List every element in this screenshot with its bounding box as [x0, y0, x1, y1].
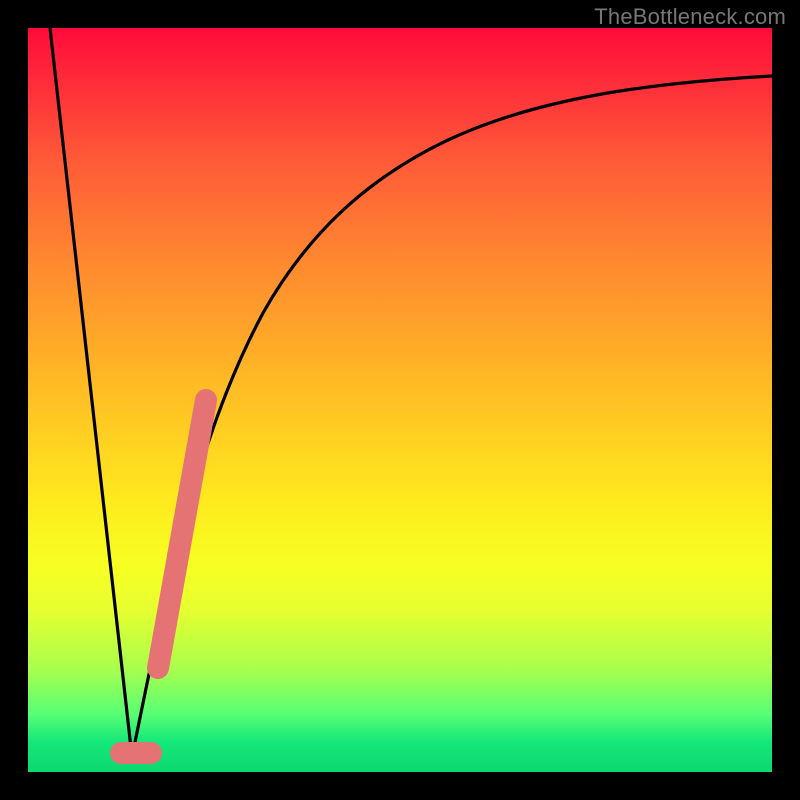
saturating-curve — [132, 76, 772, 757]
chart-overlay — [28, 28, 772, 772]
diagonal-pink-segment — [158, 400, 206, 668]
chart-frame: TheBottleneck.com — [0, 0, 800, 800]
left-descent-line — [50, 28, 132, 757]
watermark-text: TheBottleneck.com — [594, 4, 786, 30]
